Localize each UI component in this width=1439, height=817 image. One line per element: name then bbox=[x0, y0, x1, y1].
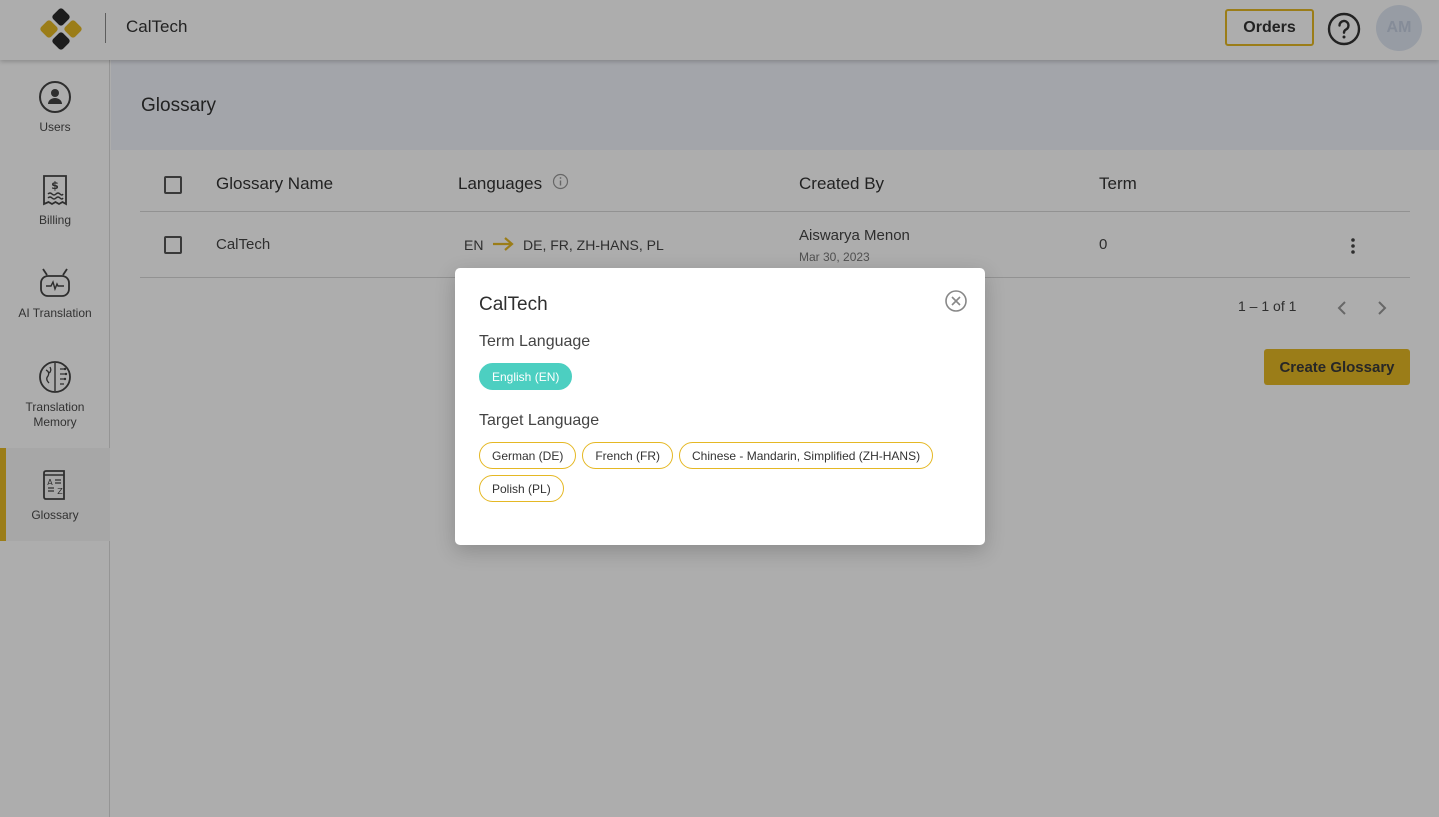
term-language-chip: English (EN) bbox=[479, 363, 573, 390]
term-language-label: Term Language bbox=[479, 333, 591, 350]
target-language-chip: Chinese - Mandarin, Simplified (ZH-HANS) bbox=[679, 442, 934, 469]
target-language-chips: German (DE) French (FR) Chinese - Mandar… bbox=[479, 442, 959, 502]
target-language-label: Target Language bbox=[479, 412, 600, 429]
target-language-chip: Polish (PL) bbox=[479, 475, 564, 502]
close-icon[interactable] bbox=[944, 289, 968, 313]
glossary-languages-modal: CalTech Term Language English (EN) Targe… bbox=[455, 268, 985, 545]
target-language-chip: French (FR) bbox=[582, 442, 674, 469]
modal-title: CalTech bbox=[479, 294, 548, 315]
term-language-chips: English (EN) bbox=[479, 363, 959, 390]
target-language-chip: German (DE) bbox=[479, 442, 577, 469]
